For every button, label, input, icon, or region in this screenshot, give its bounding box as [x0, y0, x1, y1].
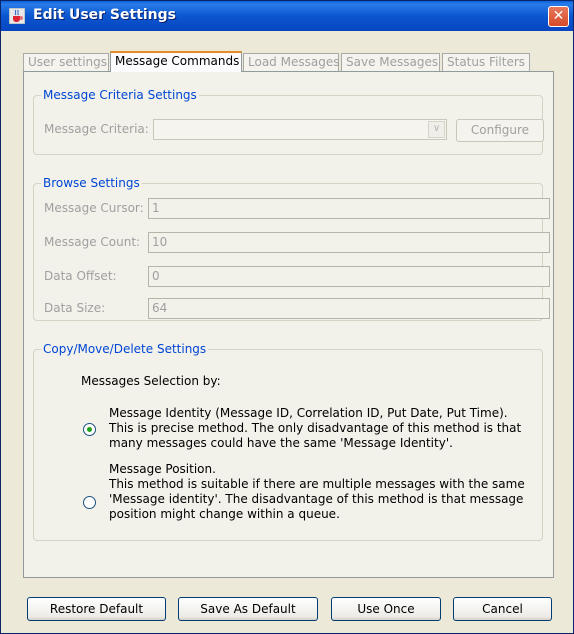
message-commands-panel: Message Criteria Settings Message Criter…	[23, 71, 554, 578]
message-position-line-2: This method is suitable if there are mul…	[109, 477, 525, 491]
message-identity-description[interactable]: Message Identity (Message ID, Correlatio…	[109, 406, 521, 451]
copy-move-delete-legend: Copy/Move/Delete Settings	[41, 342, 209, 356]
chevron-down-icon[interactable]: ∨	[428, 121, 445, 138]
message-position-radio[interactable]	[83, 496, 96, 509]
message-identity-line-2: This is precise method. The only disadva…	[109, 421, 522, 435]
data-size-field[interactable]: 64	[148, 298, 550, 319]
message-identity-line-1: Message Identity (Message ID, Correlatio…	[109, 406, 508, 420]
browse-settings-group: Browse Settings Message Cursor: 1 Messag…	[33, 176, 550, 321]
message-criteria-combo[interactable]: ∨	[153, 119, 447, 140]
message-position-line-4: position might change within a queue.	[109, 507, 340, 521]
message-identity-radio[interactable]	[83, 423, 96, 436]
copy-move-delete-group: Copy/Move/Delete Settings Messages Selec…	[33, 342, 543, 541]
selection-label: Messages Selection by:	[81, 374, 221, 388]
java-cup-icon	[9, 8, 25, 24]
message-identity-line-3: many messages could have the same 'Messa…	[109, 436, 453, 450]
tab-load-messages[interactable]: Load Messages	[243, 53, 339, 71]
tab-status-filters[interactable]: Status Filters	[442, 53, 530, 71]
message-count-field[interactable]: 10	[148, 232, 550, 253]
message-position-line-1: Message Position.	[109, 462, 216, 476]
save-as-default-button[interactable]: Save As Default	[178, 597, 318, 621]
message-criteria-label: Message Criteria:	[44, 122, 149, 136]
tab-message-commands[interactable]: Message Commands	[110, 51, 242, 72]
data-offset-field[interactable]: 0	[148, 266, 550, 287]
data-size-label: Data Size:	[44, 301, 106, 315]
message-position-line-3: 'Message identity'. The disadvantage of …	[109, 492, 524, 506]
title-bar[interactable]: Edit User Settings ✕	[1, 1, 573, 31]
message-criteria-legend: Message Criteria Settings	[41, 88, 199, 102]
use-once-button[interactable]: Use Once	[331, 597, 441, 621]
message-count-label: Message Count:	[44, 235, 141, 249]
window-title: Edit User Settings	[33, 7, 177, 23]
message-position-description[interactable]: Message Position. This method is suitabl…	[109, 462, 525, 522]
tab-save-messages[interactable]: Save Messages	[341, 53, 440, 71]
browse-settings-legend: Browse Settings	[41, 176, 142, 190]
close-button[interactable]: ✕	[548, 6, 569, 27]
restore-default-button[interactable]: Restore Default	[27, 597, 166, 621]
message-cursor-label: Message Cursor:	[44, 201, 144, 215]
radio-selected-dot	[87, 427, 92, 432]
dialog-window: Edit User Settings ✕ User settings Messa…	[0, 0, 574, 634]
cancel-button[interactable]: Cancel	[453, 597, 552, 621]
data-offset-label: Data Offset:	[44, 269, 117, 283]
close-icon: ✕	[552, 8, 565, 24]
configure-button[interactable]: Configure	[456, 119, 544, 142]
message-criteria-group: Message Criteria Settings Message Criter…	[33, 88, 544, 155]
tab-user-settings[interactable]: User settings	[23, 53, 109, 71]
message-cursor-field[interactable]: 1	[148, 198, 550, 219]
